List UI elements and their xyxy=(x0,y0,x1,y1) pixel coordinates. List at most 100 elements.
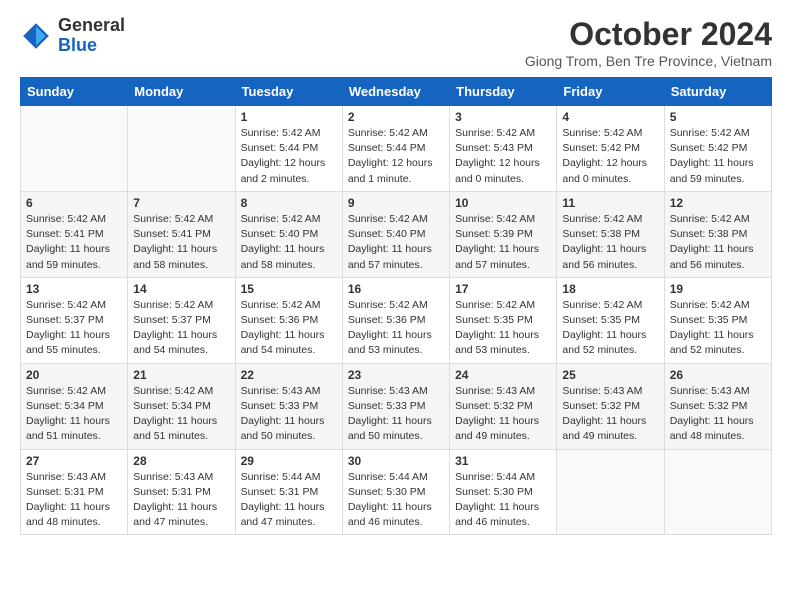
day-info: Sunrise: 5:42 AM Sunset: 5:41 PM Dayligh… xyxy=(26,212,122,273)
day-info: Sunrise: 5:42 AM Sunset: 5:43 PM Dayligh… xyxy=(455,126,551,187)
calendar-cell: 24 Sunrise: 5:43 AM Sunset: 5:32 PM Dayli… xyxy=(450,363,557,449)
day-number: 1 xyxy=(241,110,337,124)
calendar-week-row: 20Sunrise: 5:42 AM Sunset: 5:34 PM Dayli… xyxy=(21,363,772,449)
day-info: Sunrise: 5:43 AM Sunset: 5:32 PM Dayligh… xyxy=(670,384,766,445)
calendar-cell: 9 Sunrise: 5:42 AM Sunset: 5:40 PM Daylig… xyxy=(342,191,449,277)
day-info: Sunrise: 5:43 AM Sunset: 5:31 PM Dayligh… xyxy=(26,470,122,531)
day-number: 5 xyxy=(670,110,766,124)
calendar-cell: 8Sunrise: 5:42 AM Sunset: 5:40 PM Daylig… xyxy=(235,191,342,277)
calendar-cell: 22 Sunrise: 5:43 AM Sunset: 5:33 PM Dayli… xyxy=(235,363,342,449)
calendar-cell: 4 Sunrise: 5:42 AM Sunset: 5:42 PM Daylig… xyxy=(557,106,664,192)
page-header: General Blue October 2024 Giong Trom, Be… xyxy=(20,16,772,69)
day-number: 30 xyxy=(348,454,444,468)
calendar-cell: 11 Sunrise: 5:42 AM Sunset: 5:38 PM Dayli… xyxy=(557,191,664,277)
day-info: Sunrise: 5:42 AM Sunset: 5:35 PM Dayligh… xyxy=(670,298,766,359)
logo-blue: Blue xyxy=(58,35,97,55)
calendar-body: 1 Sunrise: 5:42 AM Sunset: 5:44 PM Daylig… xyxy=(21,106,772,535)
day-number: 6 xyxy=(26,196,122,210)
day-info: Sunrise: 5:42 AM Sunset: 5:38 PM Dayligh… xyxy=(670,212,766,273)
weekday-header: Friday xyxy=(557,78,664,106)
day-info: Sunrise: 5:43 AM Sunset: 5:33 PM Dayligh… xyxy=(241,384,337,445)
day-number: 21 xyxy=(133,368,229,382)
calendar-cell: 18 Sunrise: 5:42 AM Sunset: 5:35 PM Dayli… xyxy=(557,277,664,363)
day-info: Sunrise: 5:43 AM Sunset: 5:32 PM Dayligh… xyxy=(455,384,551,445)
day-info: Sunrise: 5:42 AM Sunset: 5:36 PM Dayligh… xyxy=(348,298,444,359)
calendar-cell: 7 Sunrise: 5:42 AM Sunset: 5:41 PM Daylig… xyxy=(128,191,235,277)
day-info: Sunrise: 5:44 AM Sunset: 5:31 PM Dayligh… xyxy=(241,470,337,531)
day-number: 12 xyxy=(670,196,766,210)
calendar-week-row: 6 Sunrise: 5:42 AM Sunset: 5:41 PM Daylig… xyxy=(21,191,772,277)
day-number: 29 xyxy=(241,454,337,468)
day-number: 2 xyxy=(348,110,444,124)
weekday-header: Wednesday xyxy=(342,78,449,106)
day-info: Sunrise: 5:42 AM Sunset: 5:34 PM Dayligh… xyxy=(26,384,122,445)
day-info: Sunrise: 5:42 AM Sunset: 5:39 PM Dayligh… xyxy=(455,212,551,273)
day-number: 10 xyxy=(455,196,551,210)
day-number: 13 xyxy=(26,282,122,296)
day-info: Sunrise: 5:42 AM Sunset: 5:37 PM Dayligh… xyxy=(26,298,122,359)
day-number: 22 xyxy=(241,368,337,382)
calendar-cell: 6 Sunrise: 5:42 AM Sunset: 5:41 PM Daylig… xyxy=(21,191,128,277)
calendar-cell: 1 Sunrise: 5:42 AM Sunset: 5:44 PM Daylig… xyxy=(235,106,342,192)
calendar-cell: 25 Sunrise: 5:43 AM Sunset: 5:32 PM Dayli… xyxy=(557,363,664,449)
logo-icon xyxy=(20,20,52,52)
day-number: 19 xyxy=(670,282,766,296)
calendar-cell: 23Sunrise: 5:43 AM Sunset: 5:33 PM Dayli… xyxy=(342,363,449,449)
calendar-cell: 17 Sunrise: 5:42 AM Sunset: 5:35 PM Dayli… xyxy=(450,277,557,363)
calendar-table: SundayMondayTuesdayWednesdayThursdayFrid… xyxy=(20,77,772,535)
weekday-header: Saturday xyxy=(664,78,771,106)
calendar-cell: 31Sunrise: 5:44 AM Sunset: 5:30 PM Dayli… xyxy=(450,449,557,535)
calendar-cell: 5Sunrise: 5:42 AM Sunset: 5:42 PM Daylig… xyxy=(664,106,771,192)
day-info: Sunrise: 5:42 AM Sunset: 5:40 PM Dayligh… xyxy=(348,212,444,273)
day-number: 4 xyxy=(562,110,658,124)
calendar-cell: 27Sunrise: 5:43 AM Sunset: 5:31 PM Dayli… xyxy=(21,449,128,535)
title-area: October 2024 Giong Trom, Ben Tre Provinc… xyxy=(525,16,772,69)
weekday-row: SundayMondayTuesdayWednesdayThursdayFrid… xyxy=(21,78,772,106)
calendar-cell xyxy=(21,106,128,192)
day-number: 31 xyxy=(455,454,551,468)
day-number: 15 xyxy=(241,282,337,296)
day-number: 9 xyxy=(348,196,444,210)
calendar-cell: 21 Sunrise: 5:42 AM Sunset: 5:34 PM Dayli… xyxy=(128,363,235,449)
day-info: Sunrise: 5:42 AM Sunset: 5:35 PM Dayligh… xyxy=(562,298,658,359)
day-number: 14 xyxy=(133,282,229,296)
month-title: October 2024 xyxy=(525,16,772,53)
day-info: Sunrise: 5:42 AM Sunset: 5:44 PM Dayligh… xyxy=(241,126,337,187)
weekday-header: Sunday xyxy=(21,78,128,106)
logo-text: General Blue xyxy=(58,16,125,56)
day-number: 11 xyxy=(562,196,658,210)
day-number: 17 xyxy=(455,282,551,296)
calendar-week-row: 27Sunrise: 5:43 AM Sunset: 5:31 PM Dayli… xyxy=(21,449,772,535)
day-number: 18 xyxy=(562,282,658,296)
calendar-cell: 13 Sunrise: 5:42 AM Sunset: 5:37 PM Dayli… xyxy=(21,277,128,363)
weekday-header: Thursday xyxy=(450,78,557,106)
calendar-week-row: 13 Sunrise: 5:42 AM Sunset: 5:37 PM Dayli… xyxy=(21,277,772,363)
day-number: 28 xyxy=(133,454,229,468)
calendar-header: SundayMondayTuesdayWednesdayThursdayFrid… xyxy=(21,78,772,106)
day-info: Sunrise: 5:42 AM Sunset: 5:42 PM Dayligh… xyxy=(562,126,658,187)
calendar-cell: 16 Sunrise: 5:42 AM Sunset: 5:36 PM Dayli… xyxy=(342,277,449,363)
day-info: Sunrise: 5:43 AM Sunset: 5:33 PM Dayligh… xyxy=(348,384,444,445)
calendar-cell: 14Sunrise: 5:42 AM Sunset: 5:37 PM Dayli… xyxy=(128,277,235,363)
day-info: Sunrise: 5:42 AM Sunset: 5:41 PM Dayligh… xyxy=(133,212,229,273)
day-info: Sunrise: 5:44 AM Sunset: 5:30 PM Dayligh… xyxy=(348,470,444,531)
calendar-cell: 29 Sunrise: 5:44 AM Sunset: 5:31 PM Dayli… xyxy=(235,449,342,535)
logo: General Blue xyxy=(20,16,125,56)
calendar-cell: 20Sunrise: 5:42 AM Sunset: 5:34 PM Dayli… xyxy=(21,363,128,449)
day-info: Sunrise: 5:42 AM Sunset: 5:34 PM Dayligh… xyxy=(133,384,229,445)
day-info: Sunrise: 5:42 AM Sunset: 5:35 PM Dayligh… xyxy=(455,298,551,359)
day-number: 3 xyxy=(455,110,551,124)
day-number: 24 xyxy=(455,368,551,382)
day-number: 16 xyxy=(348,282,444,296)
day-info: Sunrise: 5:43 AM Sunset: 5:32 PM Dayligh… xyxy=(562,384,658,445)
calendar-cell: 2Sunrise: 5:42 AM Sunset: 5:44 PM Daylig… xyxy=(342,106,449,192)
calendar-cell xyxy=(557,449,664,535)
calendar-week-row: 1 Sunrise: 5:42 AM Sunset: 5:44 PM Daylig… xyxy=(21,106,772,192)
day-number: 25 xyxy=(562,368,658,382)
calendar-cell: 10 Sunrise: 5:42 AM Sunset: 5:39 PM Dayli… xyxy=(450,191,557,277)
day-number: 26 xyxy=(670,368,766,382)
logo-general: General xyxy=(58,15,125,35)
day-info: Sunrise: 5:42 AM Sunset: 5:38 PM Dayligh… xyxy=(562,212,658,273)
day-info: Sunrise: 5:43 AM Sunset: 5:31 PM Dayligh… xyxy=(133,470,229,531)
day-number: 7 xyxy=(133,196,229,210)
